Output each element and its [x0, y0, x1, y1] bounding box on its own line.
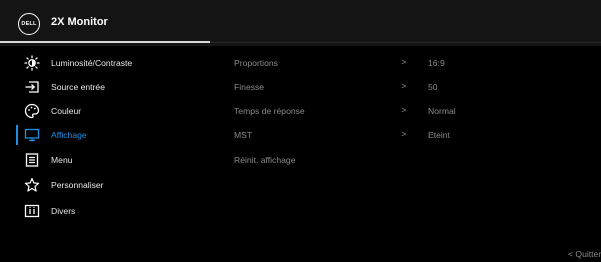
display-monitor-icon [24, 127, 40, 143]
menu-item-others[interactable]: Divers [0, 200, 210, 222]
dell-logo-text: DELL [21, 21, 37, 27]
chevron-right-icon: > [401, 105, 407, 115]
star-icon [24, 177, 40, 193]
menu-list-icon [24, 152, 40, 168]
menu-item-label: Personnaliser [51, 180, 104, 190]
setting-sharpness[interactable]: Finesse > 50 [234, 76, 601, 98]
setting-value: Eteint [428, 130, 450, 140]
menu-item-label: Luminosité/Contraste [51, 58, 133, 68]
input-source-icon [24, 79, 40, 95]
setting-label: Finesse [234, 82, 265, 92]
setting-value: Normal [428, 106, 456, 116]
brightness-icon [24, 55, 40, 71]
setting-label: MST [234, 130, 253, 140]
setting-label: Réinit. affichage [234, 155, 296, 165]
menu-item-label: Affichage [51, 130, 87, 140]
setting-value: 16:9 [428, 58, 445, 68]
menu-item-label: Source entrée [51, 82, 105, 92]
header-divider-highlight [0, 41, 210, 43]
menu-item-menu[interactable]: Menu [0, 149, 210, 171]
setting-response-time[interactable]: Temps de réponse > Normal [234, 100, 601, 122]
setting-mst[interactable]: MST > Eteint [234, 124, 601, 146]
menu-item-label: Menu [51, 155, 73, 165]
color-palette-icon [24, 103, 40, 119]
menu-item-input-source[interactable]: Source entrée [0, 76, 210, 98]
quit-button[interactable]: < Quitter [568, 249, 601, 259]
setting-display-reset[interactable]: Réinit. affichage [234, 149, 601, 171]
page-title: 2X Monitor [51, 16, 108, 28]
setting-value: 50 [428, 82, 438, 92]
menu-item-label: Divers [51, 206, 76, 216]
chevron-right-icon: > [401, 129, 407, 139]
setting-aspect-ratio[interactable]: Proportions > 16:9 [234, 52, 601, 74]
active-indicator [16, 125, 18, 145]
chevron-right-icon: > [401, 57, 407, 67]
osd-header: DELL 2X Monitor [0, 0, 601, 46]
info-icon [24, 203, 40, 219]
setting-label: Proportions [234, 58, 278, 68]
menu-item-brightness-contrast[interactable]: Luminosité/Contraste [0, 52, 210, 74]
menu-item-personalize[interactable]: Personnaliser [0, 174, 210, 196]
dell-logo: DELL [18, 13, 40, 35]
chevron-right-icon: > [401, 81, 407, 91]
menu-item-color[interactable]: Couleur [0, 100, 210, 122]
menu-item-display[interactable]: Affichage [0, 124, 210, 146]
setting-label: Temps de réponse [234, 106, 305, 116]
menu-item-label: Couleur [51, 106, 82, 116]
monitor-osd: DELL 2X Monitor Luminosité/Contraste Sou… [0, 0, 601, 262]
